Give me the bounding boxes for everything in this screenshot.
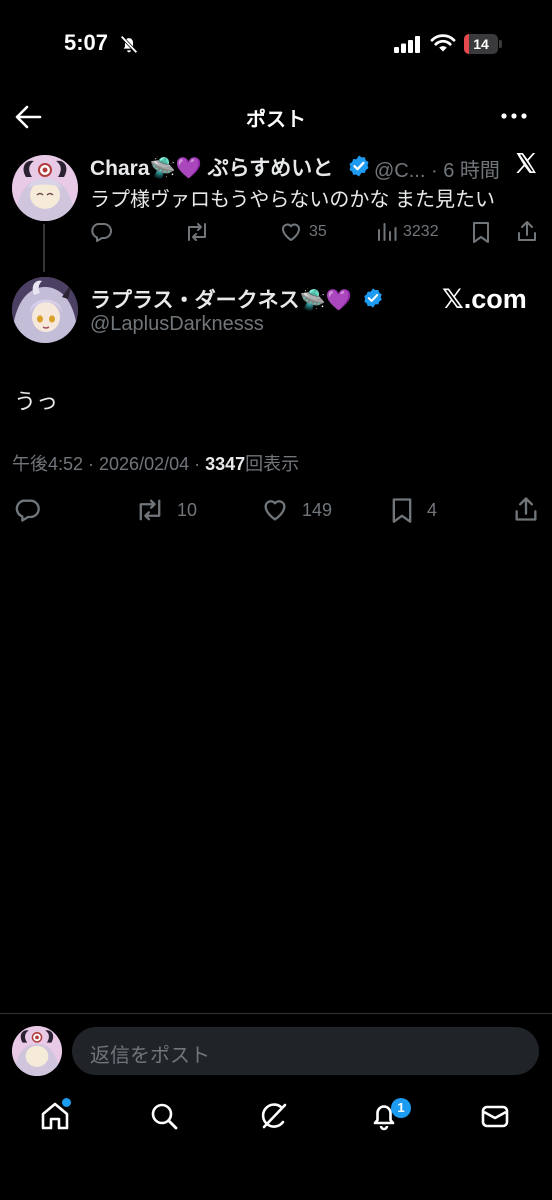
thread-connector-line [43, 224, 45, 272]
battery-tip [499, 40, 502, 48]
messages-icon[interactable] [479, 1100, 511, 1132]
view-count: 3347 [205, 454, 246, 474]
reply-share-icon[interactable] [515, 219, 539, 243]
reply-tweet-text: ラプ様ヴァロもうやらないのかな また見たい [90, 189, 495, 211]
tweet-text: うっ [14, 389, 59, 414]
author-name[interactable]: ラプラス・ダークネス🛸💜 [90, 284, 352, 314]
like-icon[interactable] [261, 496, 289, 524]
reply-like-icon[interactable] [279, 220, 303, 244]
tweet-timestamp-views: 午後4:52 · 2026/02/04 · 3347回表示 [12, 450, 299, 476]
reply-input[interactable]: 返信をポスト [72, 1027, 539, 1075]
bell-slash-icon [118, 33, 140, 55]
like-count: 149 [302, 500, 333, 520]
reply-views-icon[interactable] [375, 220, 399, 244]
reply-views-count: 3232 [403, 223, 439, 240]
composer-divider [0, 1013, 552, 1014]
retweet-icon[interactable] [135, 496, 165, 524]
avatar[interactable] [12, 277, 78, 343]
reply-comment-icon[interactable] [89, 220, 113, 244]
reply-retweet-icon[interactable] [184, 220, 210, 244]
verified-badge-icon [347, 154, 371, 178]
author-handle[interactable]: @LaplusDarknesss [90, 313, 264, 336]
battery-percent: 14 [473, 36, 489, 52]
search-icon[interactable] [148, 1100, 180, 1132]
reply-like-count: 35 [309, 223, 327, 240]
bookmark-count: 4 [427, 500, 438, 520]
battery-indicator: 14 [464, 34, 498, 54]
retweet-count: 10 [177, 500, 198, 520]
notification-badge: 1 [391, 1098, 411, 1118]
wifi-icon [430, 33, 456, 53]
cellular-signal-icon [394, 36, 422, 53]
tweet-time-date[interactable]: 午後4:52 · 2026/02/04 · [12, 454, 205, 474]
status-time: 5:07 [64, 30, 109, 55]
x-com-watermark: 𝕏.com [442, 284, 527, 314]
x-logo-icon [514, 151, 538, 175]
reply-input-placeholder: 返信をポスト [90, 1045, 210, 1067]
view-label: 回表示 [245, 454, 300, 474]
comment-icon[interactable] [13, 496, 41, 524]
page-title: ポスト [246, 109, 306, 131]
avatar[interactable] [12, 155, 78, 221]
avatar[interactable] [12, 1026, 62, 1076]
share-icon[interactable] [512, 495, 540, 523]
grok-icon[interactable] [258, 1100, 290, 1132]
bookmark-icon[interactable] [389, 496, 415, 524]
reply-author-name[interactable]: Chara🛸💜 ぷらすめいと [90, 152, 333, 182]
more-options-icon[interactable] [500, 106, 528, 126]
reply-bookmark-icon[interactable] [470, 220, 492, 244]
verified-badge-icon [362, 287, 384, 309]
reply-handle-time: @C... · 6 時間 [374, 160, 500, 182]
home-unread-dot [62, 1098, 71, 1107]
